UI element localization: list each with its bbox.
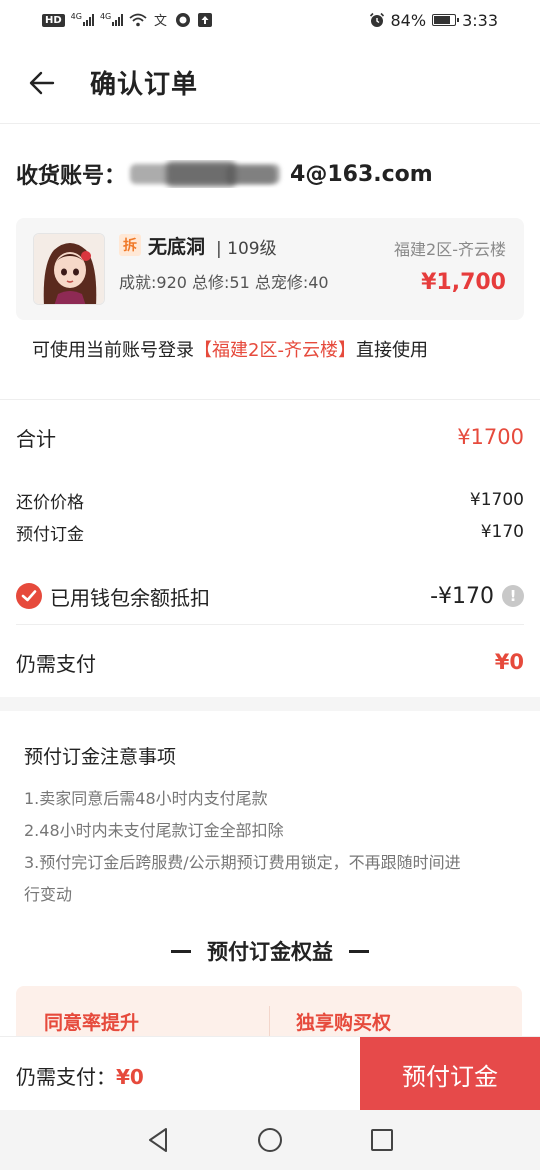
- total-value: ¥1700: [457, 425, 524, 449]
- benefits-heading: 预付订金权益: [0, 936, 540, 966]
- need-pay-value: ¥0: [494, 650, 524, 674]
- app-notification-icon: [176, 13, 191, 27]
- wallet-value: -¥170: [430, 583, 494, 609]
- pay-bar-label-text: 仍需支付：: [16, 1065, 116, 1089]
- nav-bar: 确认订单: [0, 42, 540, 124]
- pay-bar-amount: ¥0: [116, 1065, 144, 1089]
- account-value: 4@163.com: [290, 161, 433, 187]
- section-gap: [0, 697, 540, 711]
- deposit-value: ¥170: [480, 522, 524, 542]
- wallet-row: 已用钱包余额抵扣 -¥170 !: [16, 578, 524, 614]
- info-icon[interactable]: !: [502, 585, 524, 607]
- need-pay-row: 仍需支付 ¥0: [16, 644, 524, 680]
- deposit-label: 预付订金: [16, 524, 84, 545]
- counter-price-label: 还价价格: [16, 492, 84, 513]
- notes-title: 预付订金注意事项: [24, 746, 177, 768]
- page-title: 确认订单: [90, 70, 199, 100]
- deposit-row: 预付订金 ¥170: [16, 519, 524, 545]
- total-label: 合计: [16, 426, 56, 451]
- counter-price-value: ¥1700: [469, 490, 524, 510]
- recents-square-icon[interactable]: [367, 1125, 397, 1155]
- system-nav-bar: [0, 1110, 540, 1170]
- pay-deposit-button[interactable]: 预付订金: [360, 1037, 540, 1111]
- counter-price-row: 还价价格 ¥1700: [16, 487, 524, 513]
- login-note-server: 【福建2区-齐云楼】: [194, 340, 356, 361]
- login-note: 可使用当前账号登录【福建2区-齐云楼】直接使用: [32, 336, 428, 362]
- product-card[interactable]: 拆 无底洞 | 109级 成就:920 总修:51 总宠修:40 福建2区-齐云…: [16, 218, 524, 320]
- benefit-approval-rate: 同意率提升: [44, 1012, 140, 1034]
- benefit-exclusive-purchase: 独享购买权: [296, 1012, 392, 1034]
- account-redacted: [126, 160, 286, 188]
- battery-icon: [432, 14, 460, 26]
- character-level: | 109级: [216, 239, 277, 259]
- note-item: 2.48小时内未支付尾款订金全部扣除: [24, 821, 284, 840]
- note-item: 行变动: [24, 885, 73, 904]
- home-circle-icon[interactable]: [255, 1125, 285, 1155]
- svg-text:文: 文: [154, 14, 167, 28]
- upload-icon: [198, 13, 213, 27]
- character-avatar: [33, 233, 105, 305]
- note-item: 3.预付完订金后跨服费/公示期预订费用锁定，不再跟随时间进: [24, 853, 461, 872]
- translate-icon: 文: [154, 14, 167, 28]
- deposit-notes: 预付订金注意事项 1.卖家同意后需48小时内支付尾款 2.48小时内未支付尾款订…: [24, 742, 524, 911]
- back-button[interactable]: [20, 61, 64, 105]
- account-label: 收货账号：: [16, 164, 127, 189]
- back-triangle-icon[interactable]: [143, 1125, 173, 1155]
- server-name: 福建2区-齐云楼: [394, 240, 506, 259]
- note-item: 1.卖家同意后需48小时内支付尾款: [24, 789, 268, 808]
- clock: 3:33: [462, 10, 498, 30]
- account-row: 收货账号： 4@163.com: [16, 152, 526, 196]
- hd-badge: HD: [42, 13, 65, 27]
- character-name: 无底洞: [148, 236, 206, 258]
- status-bar: HD 4G 4G 文 84% 3:33: [0, 0, 540, 40]
- wallet-label: 已用钱包余额抵扣: [50, 585, 210, 610]
- divider: [0, 399, 540, 400]
- benefits-title: 预付订金权益: [207, 940, 333, 964]
- signal-icon-1: 4G: [71, 12, 94, 26]
- divider: [16, 624, 524, 625]
- product-price: ¥1,700: [421, 270, 506, 295]
- signal-icon-2: 4G: [100, 12, 124, 26]
- split-tag: 拆: [119, 234, 141, 256]
- checkbox-checked-icon[interactable]: [16, 583, 42, 609]
- need-pay-label: 仍需支付: [16, 651, 96, 676]
- status-left: HD 4G 4G 文: [42, 12, 213, 28]
- login-note-prefix: 可使用当前账号登录: [32, 340, 194, 361]
- arrow-left-icon: [29, 71, 55, 94]
- alarm-icon: [369, 12, 384, 27]
- status-right: 84% 3:33: [369, 10, 498, 30]
- login-note-suffix: 直接使用: [355, 340, 428, 361]
- character-stats: 成就:920 总修:51 总宠修:40: [119, 273, 329, 292]
- pay-bar-label: 仍需支付：¥0: [16, 1061, 144, 1090]
- pay-bar: 仍需支付：¥0 预付订金: [0, 1036, 540, 1111]
- wifi-icon: [129, 13, 147, 27]
- battery-percent: 84%: [390, 10, 427, 30]
- heading-dash: [171, 949, 191, 953]
- heading-dash: [349, 949, 369, 953]
- total-row: 合计 ¥1700: [16, 420, 524, 454]
